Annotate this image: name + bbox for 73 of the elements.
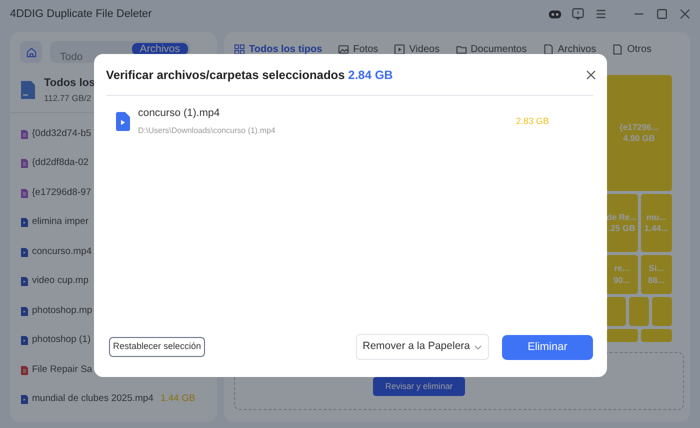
file-icon	[20, 80, 36, 100]
pdf-file-icon	[21, 366, 28, 374]
close-icon[interactable]	[678, 7, 692, 21]
file-size: 2.83 GB	[516, 114, 549, 128]
home-button[interactable]	[20, 41, 42, 63]
treemap-tile[interactable]	[606, 297, 626, 326]
close-icon	[586, 70, 596, 80]
doc-file-icon	[21, 188, 28, 198]
storage-usage: 112.77 GB/2	[44, 92, 92, 104]
video-file-icon	[116, 112, 130, 131]
doc-file-icon	[21, 130, 28, 138]
treemap-tile[interactable]	[640, 329, 672, 342]
caret-icon	[474, 344, 482, 350]
toggle-option[interactable]: Archivos	[132, 43, 188, 55]
file-size: 1.44 GB	[160, 392, 196, 406]
file-name[interactable]: video cup.mp	[32, 274, 89, 289]
treemap-tile[interactable]	[606, 329, 638, 342]
review-button[interactable]: Revisar y eliminar	[373, 377, 465, 396]
category-tab[interactable]: Documentos	[456, 42, 527, 57]
video-file-icon	[21, 395, 28, 404]
file-name[interactable]: elimina imper	[32, 215, 88, 230]
file-name[interactable]: concurso.mp4	[32, 244, 92, 260]
close-button[interactable]	[586, 70, 596, 80]
category-tab[interactable]: Videos	[394, 42, 440, 57]
summary-title: Todos los	[44, 76, 96, 91]
folder-icon	[456, 44, 467, 55]
category-tab[interactable]: Archivos	[542, 42, 596, 57]
total-size: 2.84 GB	[348, 68, 393, 82]
treemap-tile[interactable]	[629, 297, 649, 326]
file-icon	[542, 44, 554, 55]
grid-icon	[234, 44, 245, 55]
file-name[interactable]: photoshop (1)	[32, 333, 91, 348]
delete-button[interactable]: Eliminar	[502, 334, 593, 360]
menu-icon[interactable]	[594, 7, 608, 21]
file-name[interactable]: File Repair Sa	[32, 362, 92, 378]
file-path: D:\Users\Downloads\concurso (1).mp4	[138, 124, 276, 137]
toggle-option[interactable]: Todo	[52, 51, 91, 63]
file-name[interactable]: {dd2df8da-02	[32, 156, 89, 171]
doc-file-icon	[21, 159, 28, 168]
tile-label: re...	[613, 263, 630, 274]
file-name[interactable]: photoshop.mp	[32, 304, 92, 318]
tile-label: {e17296...	[618, 122, 660, 133]
file-name[interactable]: {e17296d8-97	[32, 186, 92, 200]
video-file-icon	[21, 336, 28, 345]
video-file-icon	[21, 248, 28, 256]
file-name: concurso (1).mp4	[138, 106, 221, 121]
image-icon	[338, 44, 350, 55]
tile-size: 88...	[646, 274, 666, 286]
tile-size: 1.44...	[643, 223, 670, 234]
video-file-icon	[21, 277, 28, 286]
delete-mode-dropdown[interactable]: Remover a la Papelera	[356, 334, 489, 360]
file-name[interactable]: mundial de clubes 2025.mp4	[32, 392, 154, 407]
feedback-icon[interactable]	[571, 7, 585, 21]
file-icon	[612, 44, 624, 55]
window-title: 4DDIG Duplicate File Deleter	[10, 6, 152, 22]
tile-size: 90...	[612, 274, 632, 286]
tile-label: mu...	[645, 212, 668, 223]
home-icon	[26, 46, 36, 58]
treemap-tile[interactable]	[652, 297, 672, 326]
dialog-title: Verificar archivos/carpetas seleccionados	[106, 68, 345, 82]
category-tab[interactable]: Todos los tipos	[234, 42, 322, 57]
category-tab[interactable]: Otros	[612, 42, 652, 57]
reset-selection-button[interactable]: Restablecer selección	[109, 337, 206, 357]
tile-size: 4.90 GB	[622, 133, 656, 144]
video-file-icon	[21, 306, 28, 316]
file-name[interactable]: {0dd32d74-b5	[32, 126, 92, 142]
tile-size: .25 GB	[607, 223, 636, 234]
tile-label: Si...	[648, 263, 665, 274]
maximize-icon[interactable]	[655, 7, 669, 21]
video-icon	[394, 44, 406, 55]
category-tab[interactable]: Fotos	[338, 42, 378, 57]
video-file-icon	[21, 218, 28, 227]
tile-label: de Re...	[606, 212, 638, 223]
